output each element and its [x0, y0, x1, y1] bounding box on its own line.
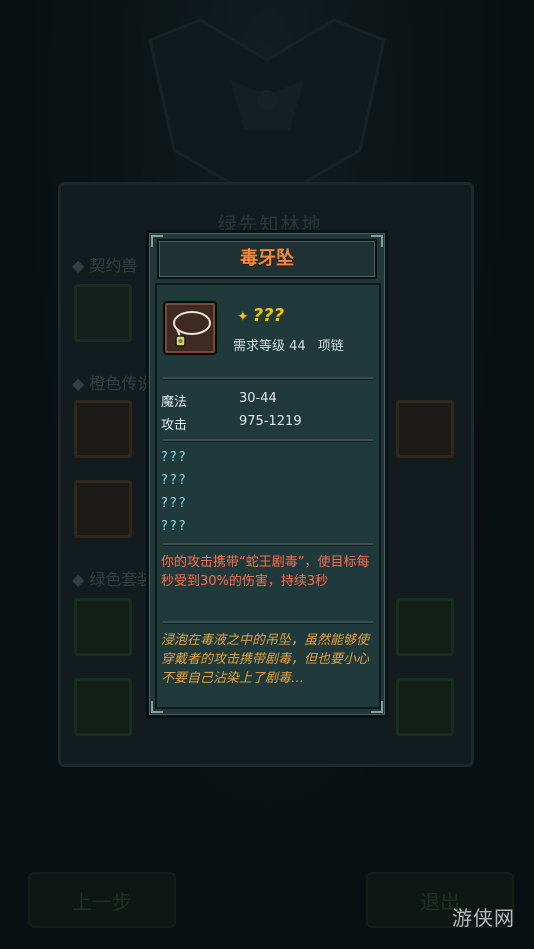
- divider: [163, 543, 373, 546]
- divider: [163, 377, 373, 380]
- item-tooltip: 毒牙坠 ✦??? 需求等级 44 项链 魔法 30-44 攻击 975-1219 ??…: [146, 230, 388, 718]
- tooltip-header: 毒牙坠: [157, 239, 377, 279]
- item-name: 毒牙坠: [240, 248, 294, 269]
- unknown-affix: ???: [161, 450, 188, 465]
- item-type: 项链: [317, 339, 344, 354]
- unknown-affix: ???: [161, 473, 188, 488]
- rank-icon: ✦: [237, 309, 249, 325]
- lore-text: 浸泡在毒液之中的吊坠，虽然能够使穿戴者的攻击携带剧毒，但也要小心不要自己沾染上了…: [161, 633, 370, 686]
- necklace-icon: [163, 301, 217, 355]
- stat-row-magic: 魔法 30-44: [161, 391, 277, 410]
- divider: [163, 439, 373, 442]
- tooltip-body: ✦??? 需求等级 44 项链 魔法 30-44 攻击 975-1219 ??? ??…: [155, 283, 381, 709]
- stat-row-attack: 攻击 975-1219: [161, 414, 302, 433]
- divider: [163, 621, 373, 624]
- item-requirement: 需求等级 44 项链: [233, 339, 344, 354]
- watermark-logo: 游侠网: [452, 906, 515, 930]
- item-rank: ✦???: [237, 305, 285, 326]
- special-effect-text: 你的攻击携带“蛇王剧毒”，使目标每秒受到30%的伤害，持续3秒: [161, 555, 370, 589]
- unknown-affix: ???: [161, 519, 188, 534]
- unknown-affix: ???: [161, 496, 188, 511]
